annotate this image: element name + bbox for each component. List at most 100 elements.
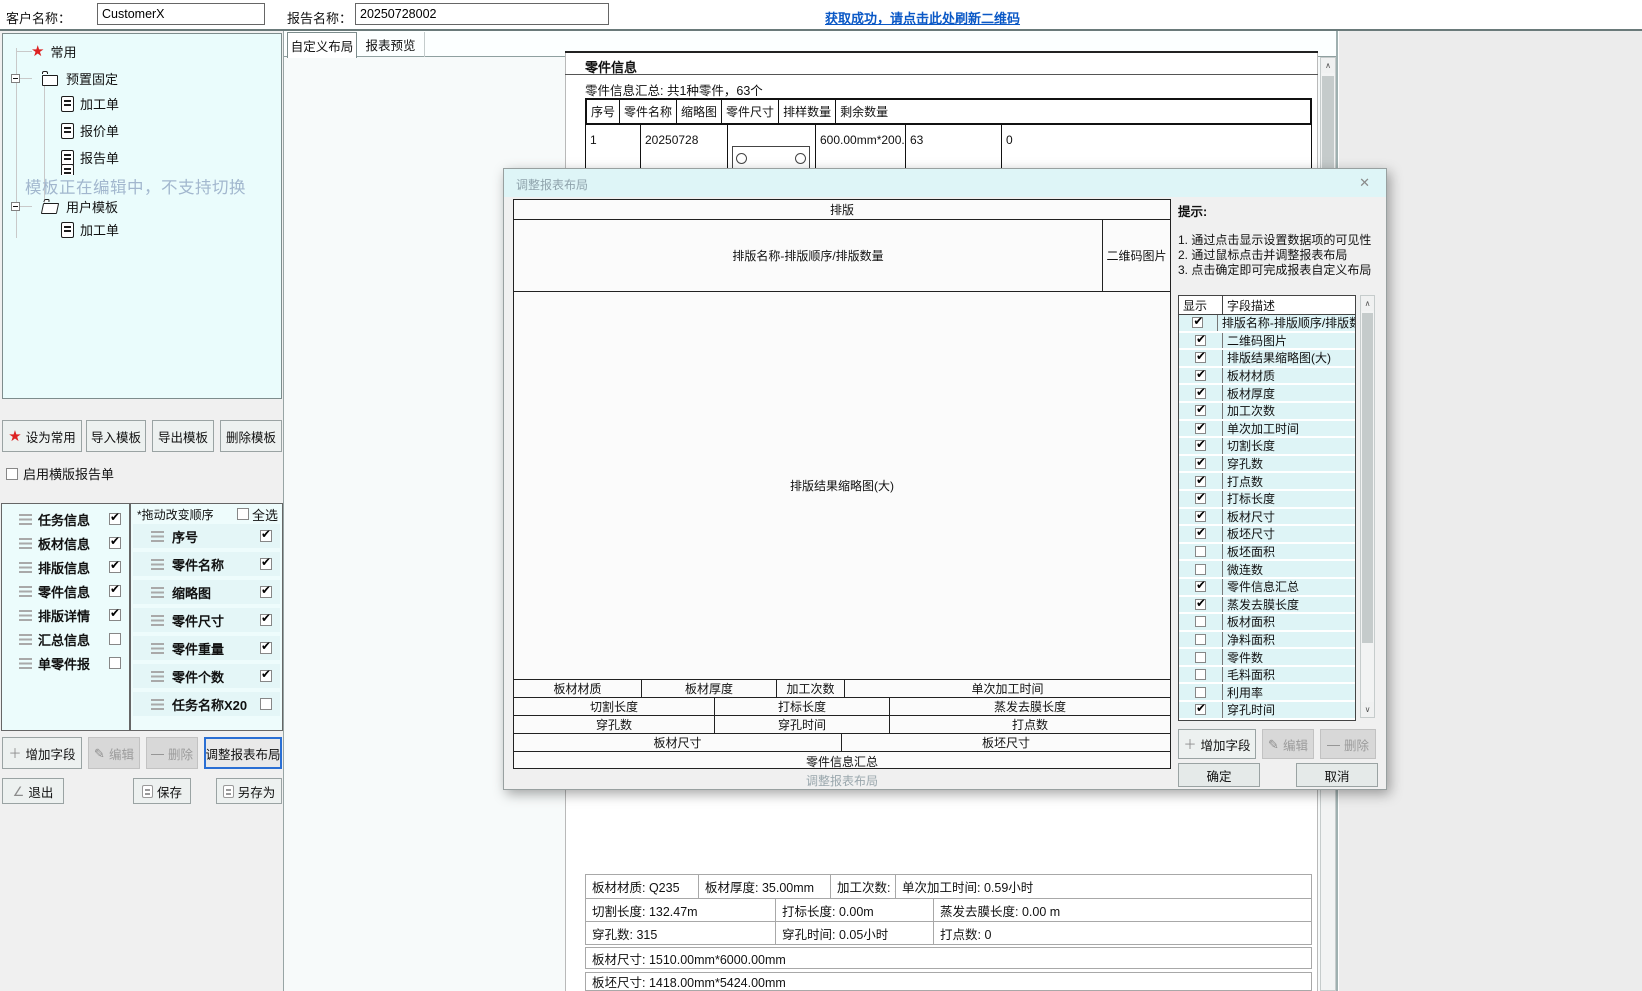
save-as-button[interactable]: 另存为 xyxy=(216,778,282,804)
edit-field-button[interactable]: ✎ 编辑 xyxy=(88,737,140,769)
section-checkbox[interactable] xyxy=(109,537,121,549)
field-visibility-row[interactable]: 板材材质 xyxy=(1179,368,1355,386)
field-visibility-row[interactable]: 穿孔时间 xyxy=(1179,702,1355,720)
field-checkbox[interactable] xyxy=(260,698,272,710)
close-icon[interactable]: ✕ xyxy=(1359,175,1370,191)
export-template-button[interactable]: 导出模板 xyxy=(152,420,214,452)
field-visibility-row[interactable]: 零件信息汇总 xyxy=(1179,579,1355,597)
tab-report-preview[interactable]: 报表预览 xyxy=(357,32,425,57)
field-visibility-row[interactable]: 板坯尺寸 xyxy=(1179,526,1355,544)
field-table-scrollbar[interactable]: ∧ ∨ xyxy=(1360,295,1375,718)
dialog-delete-button[interactable]: — 删除 xyxy=(1320,729,1376,759)
field-row[interactable]: 零件个数 xyxy=(133,664,280,688)
visibility-checkbox[interactable] xyxy=(1195,687,1206,698)
enable-landscape-row[interactable]: 启用横版报告单 xyxy=(6,464,114,483)
report-scrollbar-thumb[interactable] xyxy=(1322,76,1334,172)
drag-handle-icon[interactable] xyxy=(151,559,164,570)
set-favorite-button[interactable]: ★ 设为常用 xyxy=(2,420,82,452)
drag-handle-icon[interactable] xyxy=(19,658,32,669)
drag-handle-icon[interactable] xyxy=(19,634,32,645)
field-row[interactable]: 零件尺寸 xyxy=(133,608,280,632)
select-all-checkbox[interactable] xyxy=(237,508,249,520)
drag-handle-icon[interactable] xyxy=(19,610,32,621)
layout-block[interactable]: 板坯尺寸 xyxy=(842,734,1170,751)
collapse-icon[interactable] xyxy=(11,202,20,211)
section-row[interactable]: 板材信息 xyxy=(2,531,129,555)
field-row[interactable]: 任务名称X20 xyxy=(133,692,280,716)
field-visibility-row[interactable]: 排版结果缩略图(大) xyxy=(1179,350,1355,368)
visibility-checkbox[interactable] xyxy=(1195,616,1206,627)
visibility-checkbox[interactable] xyxy=(1195,388,1206,399)
layout-block[interactable]: 加工次数 xyxy=(777,680,845,697)
visibility-checkbox[interactable] xyxy=(1195,511,1206,522)
field-visibility-row[interactable]: 蒸发去膜长度 xyxy=(1179,597,1355,615)
layout-block-nest-name[interactable]: 排版名称-排版顺序/排版数量 xyxy=(514,220,1103,291)
drag-handle-icon[interactable] xyxy=(151,587,164,598)
field-checkbox[interactable] xyxy=(260,614,272,626)
dialog-titlebar[interactable]: 调整报表布局 ✕ xyxy=(504,169,1386,197)
field-checkbox[interactable] xyxy=(260,670,272,682)
visibility-checkbox[interactable] xyxy=(1195,352,1206,363)
field-visibility-row[interactable]: 微连数 xyxy=(1179,561,1355,579)
visibility-checkbox[interactable] xyxy=(1195,335,1206,346)
tree-item[interactable]: 加工单 xyxy=(61,90,281,117)
drag-handle-icon[interactable] xyxy=(151,671,164,682)
drag-handle-icon[interactable] xyxy=(19,538,32,549)
scroll-up-icon[interactable]: ∧ xyxy=(1321,58,1335,73)
scroll-up-icon[interactable]: ∧ xyxy=(1361,296,1374,311)
field-visibility-row[interactable]: 切割长度 xyxy=(1179,438,1355,456)
layout-block[interactable]: 板材尺寸 xyxy=(514,734,842,751)
section-row[interactable]: 零件信息 xyxy=(2,579,129,603)
field-scrollbar-thumb[interactable] xyxy=(1362,313,1373,643)
scroll-down-icon[interactable]: ∨ xyxy=(1361,702,1374,717)
select-all-row[interactable]: 全选 xyxy=(237,505,278,524)
layout-block-part-summary[interactable]: 零件信息汇总 xyxy=(514,752,1170,770)
visibility-checkbox[interactable] xyxy=(1195,634,1206,645)
visibility-checkbox[interactable] xyxy=(1195,493,1206,504)
field-checkbox[interactable] xyxy=(260,642,272,654)
layout-block[interactable]: 切割长度 xyxy=(514,698,715,715)
cancel-button[interactable]: 取消 xyxy=(1296,763,1378,787)
ok-button[interactable]: 确定 xyxy=(1178,763,1260,787)
tree-item[interactable]: 报告单 xyxy=(61,144,281,171)
drag-handle-icon[interactable] xyxy=(19,514,32,525)
layout-block[interactable]: 板材厚度 xyxy=(642,680,777,697)
exit-button[interactable]: ∠ 退出 xyxy=(2,778,64,804)
layout-block-thumbnail[interactable]: 排版结果缩略图(大) xyxy=(514,292,1170,680)
visibility-checkbox[interactable] xyxy=(1195,599,1206,610)
delete-field-button[interactable]: — 删除 xyxy=(146,737,198,769)
section-row[interactable]: 排版信息 xyxy=(2,555,129,579)
visibility-checkbox[interactable] xyxy=(1195,458,1206,469)
field-checkbox[interactable] xyxy=(260,586,272,598)
adjust-layout-button[interactable]: 调整报表布局 xyxy=(204,737,282,769)
delete-template-button[interactable]: 删除模板 xyxy=(220,420,282,452)
field-visibility-row[interactable]: 板材尺寸 xyxy=(1179,509,1355,527)
drag-handle-icon[interactable] xyxy=(151,699,164,710)
section-checkbox[interactable] xyxy=(109,513,121,525)
field-visibility-row[interactable]: 板坯面积 xyxy=(1179,544,1355,562)
field-visibility-row[interactable]: 板材面积 xyxy=(1179,614,1355,632)
field-checkbox[interactable] xyxy=(260,530,272,542)
layout-block-nest-header[interactable]: 排版 xyxy=(514,200,1170,220)
drag-handle-icon[interactable] xyxy=(151,643,164,654)
layout-block[interactable]: 打标长度 xyxy=(715,698,890,715)
field-visibility-row[interactable]: 穿孔数 xyxy=(1179,456,1355,474)
tree-group-preset[interactable]: 预置固定 xyxy=(11,66,118,90)
visibility-checkbox[interactable] xyxy=(1195,564,1206,575)
import-template-button[interactable]: 导入模板 xyxy=(86,420,146,452)
section-checkbox[interactable] xyxy=(109,657,121,669)
dialog-add-field-button[interactable]: ＋ 增加字段 xyxy=(1178,729,1256,759)
enable-landscape-checkbox[interactable] xyxy=(6,468,18,480)
section-row[interactable]: 汇总信息 xyxy=(2,627,129,651)
tab-custom-layout[interactable]: 自定义布局 xyxy=(287,32,357,58)
field-row[interactable]: 零件重量 xyxy=(133,636,280,660)
customer-name-input[interactable] xyxy=(97,3,265,25)
field-visibility-row[interactable]: 二维码图片 xyxy=(1179,333,1355,351)
layout-block[interactable]: 板材材质 xyxy=(514,680,642,697)
field-visibility-row[interactable]: 打点数 xyxy=(1179,473,1355,491)
layout-block[interactable]: 穿孔数 xyxy=(514,716,715,733)
field-visibility-row[interactable]: 净料面积 xyxy=(1179,632,1355,650)
save-button[interactable]: 保存 xyxy=(133,778,191,804)
field-row[interactable]: 序号 xyxy=(133,524,280,548)
drag-handle-icon[interactable] xyxy=(19,586,32,597)
